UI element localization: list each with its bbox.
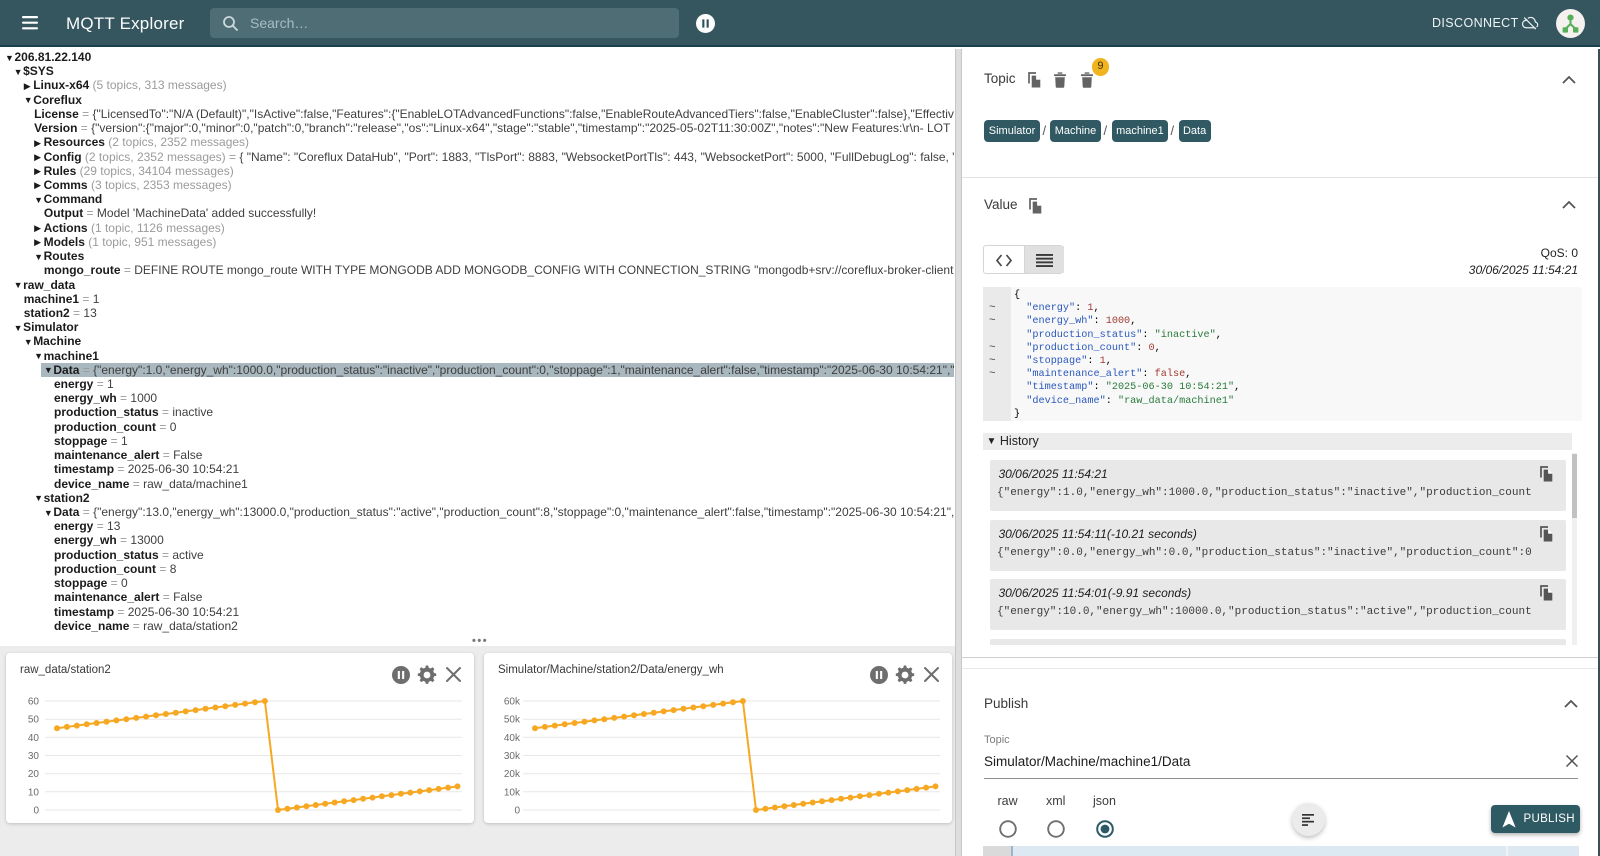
svg-text:20: 20 [28, 769, 40, 780]
svg-text:10: 10 [28, 787, 40, 798]
svg-text:10k: 10k [504, 787, 521, 798]
svg-text:40: 40 [28, 733, 40, 744]
svg-text:0: 0 [514, 806, 520, 817]
svg-text:50k: 50k [504, 715, 521, 726]
svg-text:40k: 40k [504, 733, 521, 744]
svg-text:50: 50 [28, 715, 40, 726]
svg-text:Simulator/Machine/station2/Dat: Simulator/Machine/station2/Data/energy_w… [498, 664, 724, 676]
svg-text:20k: 20k [504, 769, 521, 780]
svg-text:30: 30 [28, 751, 40, 762]
svg-text:0: 0 [33, 806, 39, 817]
svg-text:raw_data/station2: raw_data/station2 [20, 664, 111, 676]
svg-text:60k: 60k [504, 697, 521, 708]
svg-text:60: 60 [28, 697, 40, 708]
svg-text:30k: 30k [504, 751, 521, 762]
